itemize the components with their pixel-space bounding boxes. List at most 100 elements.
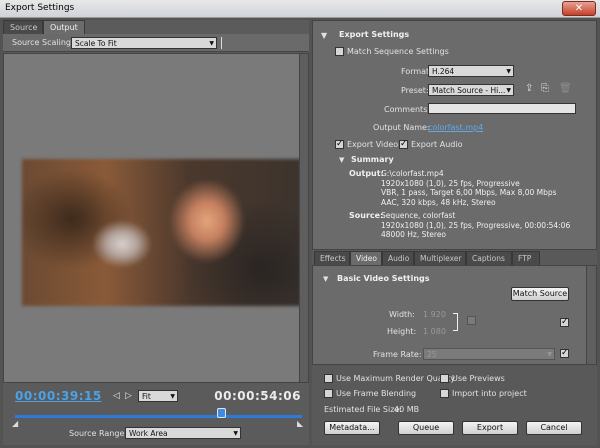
playhead[interactable]	[217, 408, 227, 418]
width-value[interactable]: 1 920	[423, 310, 446, 319]
comments-input[interactable]	[428, 103, 576, 114]
output-name-link[interactable]: colorfast.mp4	[428, 123, 483, 132]
collapse-triangle-icon[interactable]: ▼	[321, 31, 327, 40]
preset-label: Preset:	[401, 86, 429, 95]
tab-effects[interactable]: Effects	[314, 251, 350, 265]
chevron-down-icon: ▼	[506, 87, 511, 94]
preset-value: Match Source - Hi...	[432, 86, 506, 95]
comments-label: Comments:	[384, 105, 431, 114]
in-point-marker-icon[interactable]: ◢	[12, 419, 18, 428]
constrain-proportions-checkbox[interactable]	[467, 316, 476, 325]
format-value: H.264	[432, 67, 455, 76]
video-frame	[22, 159, 301, 306]
source-scaling-label: Source Scaling:	[12, 38, 74, 47]
frame-rate-value: 25	[427, 350, 437, 359]
set-out-point-icon[interactable]: ▷	[125, 391, 132, 401]
settings-tabs: Effects Video Audio Multiplexer Captions…	[312, 251, 597, 265]
output-name-label: Output Name:	[373, 123, 430, 132]
summary-output-text: G:\colorfast.mp4 1920x1080 (1,0), 25 fps…	[381, 169, 557, 207]
export-video-checkbox[interactable]	[335, 139, 344, 149]
aspect-link-bracket	[453, 313, 458, 331]
match-sequence-checkbox[interactable]	[335, 47, 344, 56]
timeline-track[interactable]	[15, 415, 302, 418]
basic-video-heading: Basic Video Settings	[337, 274, 430, 283]
collapse-triangle-icon[interactable]: ▼	[339, 156, 344, 164]
tab-video[interactable]: Video	[350, 251, 382, 265]
tab-captions[interactable]: Captions	[466, 251, 512, 265]
export-button[interactable]: Export	[462, 421, 518, 435]
frame-blending-label: Use Frame Blending	[336, 389, 417, 398]
match-sequence-label: Match Sequence Settings	[347, 47, 449, 56]
video-settings-scrollbar[interactable]	[586, 266, 596, 364]
source-range-label: Source Range:	[69, 429, 128, 438]
export-audio-label: Export Audio	[411, 140, 463, 149]
chevron-down-icon: ▼	[547, 351, 552, 358]
out-point-marker-icon[interactable]: ◣	[297, 419, 303, 428]
source-scaling-bar: Source Scaling: Scale To Fit ▼	[3, 34, 309, 52]
settings-panel: ▼ Export Settings Match Sequence Setting…	[312, 20, 597, 445]
max-render-quality-checkbox[interactable]	[324, 374, 333, 383]
export-audio-checkbox[interactable]	[399, 139, 408, 149]
source-range-value: Work Area	[129, 429, 168, 438]
source-scaling-dropdown[interactable]: Scale To Fit ▼	[71, 37, 217, 49]
bottom-options: Use Maximum Render Quality Use Previews …	[312, 365, 597, 445]
import-into-project-checkbox[interactable]	[440, 389, 449, 398]
export-settings-section: ▼ Export Settings Match Sequence Setting…	[312, 20, 597, 250]
export-video-label: Export Video	[347, 140, 399, 149]
video-settings-section: ▼ Basic Video Settings Match Source Widt…	[312, 265, 597, 365]
duration-timecode: 00:00:54:06	[214, 389, 301, 403]
match-source-button[interactable]: Match Source	[511, 287, 569, 301]
file-size-label: Estimated File Size:	[324, 405, 403, 414]
source-range-dropdown[interactable]: Work Area ▼	[125, 427, 241, 439]
frame-rate-dropdown[interactable]: 25 ▼	[423, 348, 555, 360]
window-title: Export Settings	[5, 3, 75, 13]
import-into-project-label: Import into project	[452, 389, 527, 398]
dialog-body: Source Output Source Scaling: Scale To F…	[0, 18, 600, 448]
crop-cursor-icon	[221, 37, 222, 49]
title-bar: Export Settings ✕	[0, 0, 600, 18]
summary-output-label: Output:	[349, 169, 384, 178]
match-frame-rate-checkbox[interactable]	[560, 348, 569, 358]
import-preset-icon[interactable]: ⎘	[541, 83, 549, 94]
tab-ftp[interactable]: FTP	[512, 251, 540, 265]
max-render-quality-label: Use Maximum Render Quality	[336, 374, 456, 383]
chevron-down-icon: ▼	[170, 393, 175, 400]
close-button[interactable]: ✕	[562, 1, 596, 16]
chevron-down-icon: ▼	[233, 430, 238, 437]
cancel-button[interactable]: Cancel	[526, 421, 582, 435]
metadata-button[interactable]: Metadata...	[324, 421, 380, 435]
summary-source-text: Sequence, colorfast 1920x1080 (1,0), 25 …	[381, 211, 571, 239]
timeline-controls: 00:00:39:15 ◁ ▷ Fit ▼ 00:00:54:06 ◢ ◣ So…	[3, 383, 309, 445]
height-value[interactable]: 1 080	[423, 327, 446, 336]
source-scaling-value: Scale To Fit	[75, 39, 117, 48]
preview-panel: Source Output Source Scaling: Scale To F…	[3, 20, 309, 445]
summary-heading: Summary	[351, 155, 394, 164]
save-preset-icon[interactable]: ⇪	[525, 83, 533, 94]
use-previews-label: Use Previews	[452, 374, 505, 383]
delete-preset-icon[interactable]: 🗑	[559, 83, 572, 94]
height-label: Height:	[387, 327, 417, 336]
output-preview	[3, 53, 309, 383]
export-settings-heading: Export Settings	[339, 30, 410, 39]
width-label: Width:	[389, 310, 415, 319]
zoom-dropdown[interactable]: Fit ▼	[138, 390, 178, 402]
frame-blending-checkbox[interactable]	[324, 389, 333, 398]
preset-dropdown[interactable]: Match Source - Hi... ▼	[428, 84, 514, 96]
tab-audio[interactable]: Audio	[382, 251, 414, 265]
chevron-down-icon: ▼	[506, 68, 511, 75]
zoom-value: Fit	[142, 392, 151, 401]
file-size-value: 40 MB	[394, 405, 420, 414]
chevron-down-icon: ▼	[209, 40, 214, 47]
tab-output[interactable]: Output	[43, 20, 85, 34]
set-in-point-icon[interactable]: ◁	[113, 391, 120, 401]
tab-source[interactable]: Source	[3, 20, 43, 34]
preview-scrollbar[interactable]	[299, 54, 308, 382]
format-dropdown[interactable]: H.264 ▼	[428, 65, 514, 77]
tab-multiplexer[interactable]: Multiplexer	[414, 251, 466, 265]
collapse-triangle-icon[interactable]: ▼	[323, 275, 328, 283]
frame-rate-label: Frame Rate:	[373, 350, 422, 359]
match-width-height-checkbox[interactable]	[560, 317, 569, 327]
queue-button[interactable]: Queue	[398, 421, 454, 435]
use-previews-checkbox[interactable]	[440, 374, 449, 383]
current-timecode[interactable]: 00:00:39:15	[15, 389, 102, 403]
